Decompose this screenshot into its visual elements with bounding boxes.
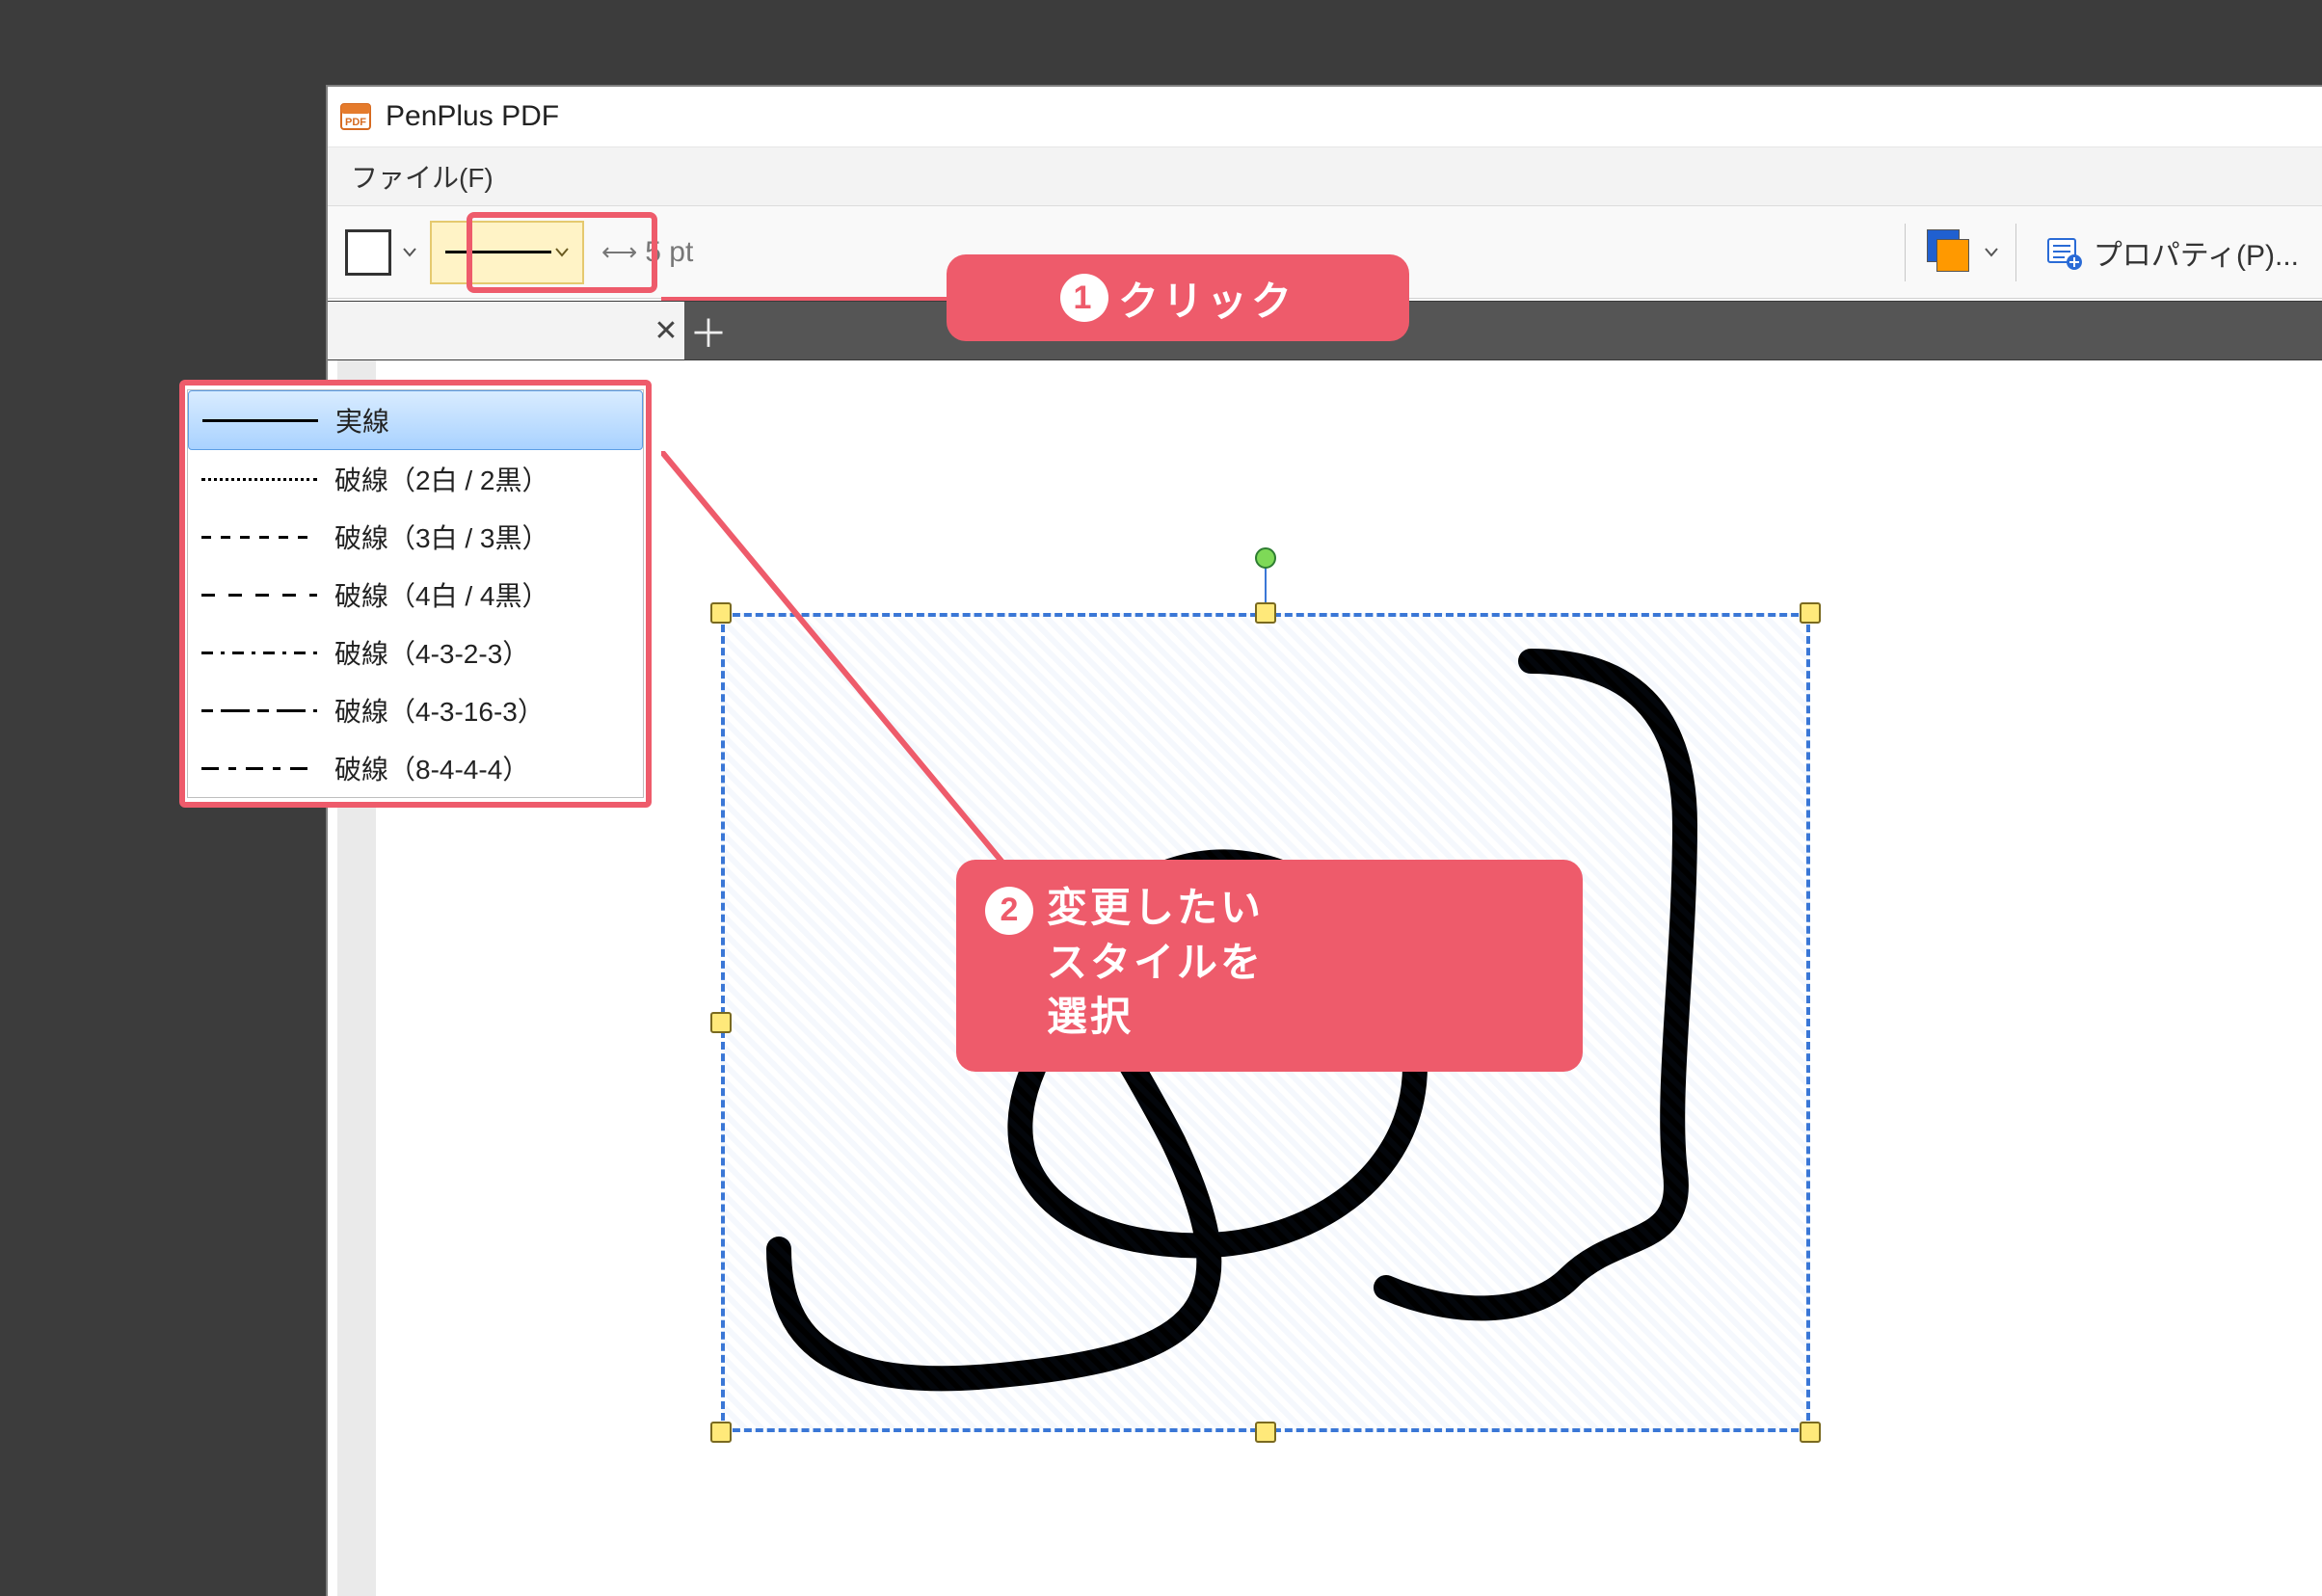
line-style-option-label: 破線（4-3-16-3） <box>334 691 545 730</box>
app-icon: PDF <box>339 100 372 133</box>
line-style-preview-icon <box>201 639 317 666</box>
line-style-preview-icon <box>202 407 318 434</box>
line-style-option-label: 破線（4-3-2-3） <box>334 633 529 672</box>
properties-button[interactable]: プロパティ(P)... <box>2030 221 2312 284</box>
close-icon: ✕ <box>654 314 678 348</box>
toolbar-separator <box>2015 224 2016 281</box>
resize-handle-se[interactable] <box>1800 1422 1821 1443</box>
annotation-badge-2: 2 <box>985 887 1033 935</box>
resize-handle-n[interactable] <box>1255 602 1276 624</box>
fill-swatch-icon <box>345 229 391 276</box>
menubar: ファイル(F) <box>328 146 2322 206</box>
line-style-option-label: 破線（8-4-4-4） <box>334 749 529 787</box>
chevron-down-icon[interactable] <box>551 221 573 284</box>
line-style-option[interactable]: 破線（4-3-2-3） <box>188 624 643 681</box>
properties-icon <box>2043 233 2082 272</box>
line-style-dropdown-button[interactable] <box>430 221 584 284</box>
tab-close-button[interactable]: ✕ <box>650 314 682 347</box>
annotation-callout-2: 2 変更したい スタイルを 選択 <box>956 860 1583 1072</box>
menu-file[interactable]: ファイル(F) <box>337 151 507 201</box>
plus-icon: ＋ <box>689 303 728 359</box>
line-style-preview-icon <box>201 755 317 782</box>
annotation-connector-1 <box>661 297 948 301</box>
annotation-callout-1: 1 クリック <box>947 254 1409 341</box>
line-style-option[interactable]: 破線（2白 / 2黒） <box>188 450 643 508</box>
stroke-color-picker[interactable] <box>1919 221 2002 284</box>
line-width-value: 5 pt <box>645 236 693 269</box>
line-style-preview-icon <box>201 581 317 608</box>
tab-add-button[interactable]: ＋ <box>684 306 733 355</box>
line-style-option[interactable]: 破線（3白 / 3黒） <box>188 508 643 566</box>
line-style-dropdown: 実線破線（2白 / 2黒） 破線（3白 / 3黒） 破線（4白 / 4黒） 破線（4-… <box>179 380 652 808</box>
annotation-text-1: クリック <box>1118 269 1295 328</box>
line-style-preview-icon <box>201 697 317 724</box>
line-style-option-label: 破線（4白 / 4黒） <box>334 575 548 614</box>
resize-handle-sw[interactable] <box>710 1422 732 1443</box>
line-style-option[interactable]: 破線（4白 / 4黒） <box>188 566 643 624</box>
resize-handle-nw[interactable] <box>710 602 732 624</box>
line-style-option[interactable]: 実線 <box>188 390 643 450</box>
line-style-preview <box>445 251 551 253</box>
properties-label: プロパティ(P)... <box>2094 231 2299 274</box>
chevron-down-icon[interactable] <box>1981 221 2002 284</box>
annotation-text-2: 変更したい スタイルを 選択 <box>1047 881 1264 1045</box>
resize-handle-s[interactable] <box>1255 1422 1276 1443</box>
line-width-icon: ⟷ <box>601 237 637 267</box>
rotation-handle[interactable] <box>1255 547 1276 569</box>
line-width-control[interactable]: ⟷ 5 pt <box>601 236 693 269</box>
app-title: PenPlus PDF <box>386 100 559 133</box>
resize-handle-ne[interactable] <box>1800 602 1821 624</box>
line-style-option-label: 実線 <box>335 401 389 439</box>
line-style-preview-icon <box>201 466 317 492</box>
fill-color-picker[interactable] <box>337 221 420 284</box>
line-style-option-label: 破線（2白 / 2黒） <box>334 460 548 498</box>
chevron-down-icon[interactable] <box>399 221 420 284</box>
line-style-preview-icon <box>201 523 317 550</box>
titlebar: PDF PenPlus PDF <box>328 87 2322 146</box>
line-style-option[interactable]: 破線（4-3-16-3） <box>188 681 643 739</box>
resize-handle-w[interactable] <box>710 1012 732 1033</box>
annotation-badge-1: 1 <box>1060 274 1108 322</box>
toolbar-separator <box>1905 224 1906 281</box>
color-swatch-icon <box>1927 229 1973 276</box>
svg-text:PDF: PDF <box>345 117 366 128</box>
line-style-option[interactable]: 破線（8-4-4-4） <box>188 739 643 797</box>
line-style-option-label: 破線（3白 / 3黒） <box>334 518 548 556</box>
